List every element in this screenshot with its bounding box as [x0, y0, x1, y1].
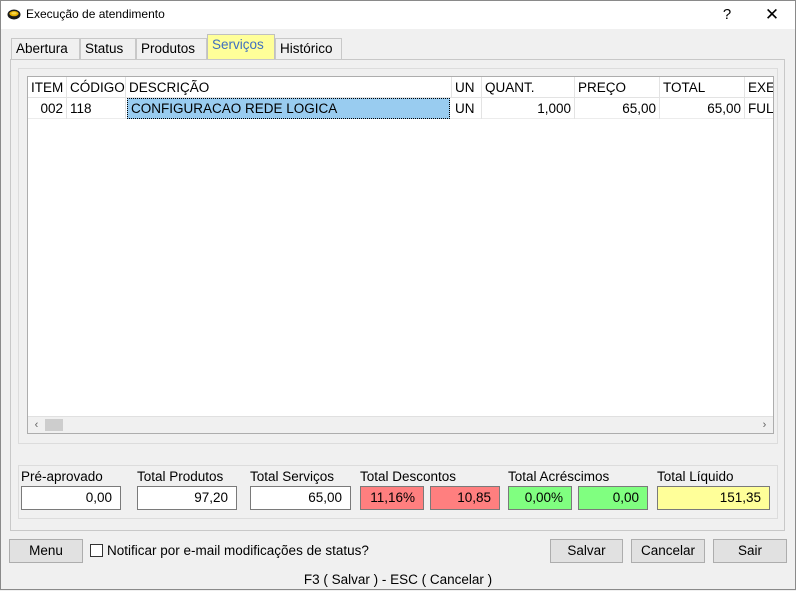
total-acrescimos-percent-field[interactable]: 0,00%: [508, 486, 572, 510]
total-produtos-field[interactable]: 97,20: [137, 486, 237, 510]
total-descontos-value-field[interactable]: 10,85: [430, 486, 500, 510]
column-header-exe[interactable]: EXE: [745, 77, 773, 98]
cancel-button[interactable]: Cancelar: [631, 539, 705, 563]
scroll-left-icon[interactable]: ‹: [28, 417, 45, 433]
save-button[interactable]: Salvar: [550, 539, 623, 563]
cell-descricao[interactable]: CONFIGURACAO REDE LOGICA: [127, 98, 450, 119]
total-servicos-field[interactable]: 65,00: [250, 486, 351, 510]
total-servicos-label: Total Serviços: [250, 469, 335, 484]
horizontal-scrollbar[interactable]: ‹ ›: [28, 416, 773, 433]
tab-historico[interactable]: Histórico: [275, 38, 342, 60]
cell-item[interactable]: 002: [28, 98, 67, 119]
tab-abertura[interactable]: Abertura: [11, 38, 80, 60]
tab-servicos[interactable]: Serviços: [207, 34, 275, 60]
scroll-thumb[interactable]: [45, 419, 63, 431]
cell-exe[interactable]: FUL: [745, 98, 773, 119]
services-panel: ITEM CÓDIGO DESCRIÇÃO UN QUANT. PREÇO TO…: [10, 59, 785, 531]
main-window: Execução de atendimento ? ✕ Abertura Sta…: [0, 0, 796, 590]
app-coin-icon: [7, 9, 21, 20]
total-acrescimos-label: Total Acréscimos: [508, 469, 610, 484]
close-button[interactable]: ✕: [752, 1, 792, 29]
total-liquido-field[interactable]: 151,35: [657, 486, 770, 510]
help-button[interactable]: ?: [707, 1, 747, 29]
column-header-quant[interactable]: QUANT.: [482, 77, 575, 98]
cell-un[interactable]: UN: [452, 98, 482, 119]
cell-total[interactable]: 65,00: [660, 98, 745, 119]
title-bar: Execução de atendimento ? ✕: [1, 1, 795, 29]
menu-button[interactable]: Menu: [9, 539, 83, 563]
window-title: Execução de atendimento: [26, 7, 165, 21]
scroll-right-icon[interactable]: ›: [756, 417, 773, 433]
total-liquido-label: Total Líquido: [657, 469, 734, 484]
column-header-item[interactable]: ITEM: [28, 77, 67, 98]
total-acrescimos-value-field[interactable]: 0,00: [578, 486, 648, 510]
action-bar: Menu Notificar por e-mail modificações d…: [1, 539, 796, 565]
cell-quant[interactable]: 1,000: [482, 98, 575, 119]
shortcut-status-bar: F3 ( Salvar ) - ESC ( Cancelar ): [303, 572, 493, 587]
column-header-preco[interactable]: PREÇO: [575, 77, 660, 98]
grid-header: ITEM CÓDIGO DESCRIÇÃO UN QUANT. PREÇO TO…: [28, 77, 773, 98]
tab-status[interactable]: Status: [80, 38, 136, 60]
column-header-descricao[interactable]: DESCRIÇÃO: [126, 77, 452, 98]
column-header-un[interactable]: UN: [452, 77, 482, 98]
table-row[interactable]: 002 118 CONFIGURACAO REDE LOGICA UN 1,00…: [28, 98, 773, 119]
pre-aprovado-label: Pré-aprovado: [21, 469, 103, 484]
notify-label[interactable]: Notificar por e-mail modificações de sta…: [107, 543, 369, 558]
pre-aprovado-field[interactable]: 0,00: [21, 486, 121, 510]
services-grid[interactable]: ITEM CÓDIGO DESCRIÇÃO UN QUANT. PREÇO TO…: [27, 76, 774, 434]
column-header-total[interactable]: TOTAL: [660, 77, 745, 98]
total-produtos-label: Total Produtos: [137, 469, 224, 484]
tab-produtos[interactable]: Produtos: [136, 38, 207, 60]
total-descontos-percent-field[interactable]: 11,16%: [360, 486, 424, 510]
notify-checkbox[interactable]: [90, 544, 103, 557]
exit-button[interactable]: Sair: [713, 539, 787, 563]
column-header-codigo[interactable]: CÓDIGO: [67, 77, 126, 98]
cell-codigo[interactable]: 118: [67, 98, 126, 119]
cell-preco[interactable]: 65,00: [575, 98, 660, 119]
total-descontos-label: Total Descontos: [360, 469, 457, 484]
totals-group: Pré-aprovado 0,00 Total Produtos 97,20 T…: [18, 465, 778, 519]
